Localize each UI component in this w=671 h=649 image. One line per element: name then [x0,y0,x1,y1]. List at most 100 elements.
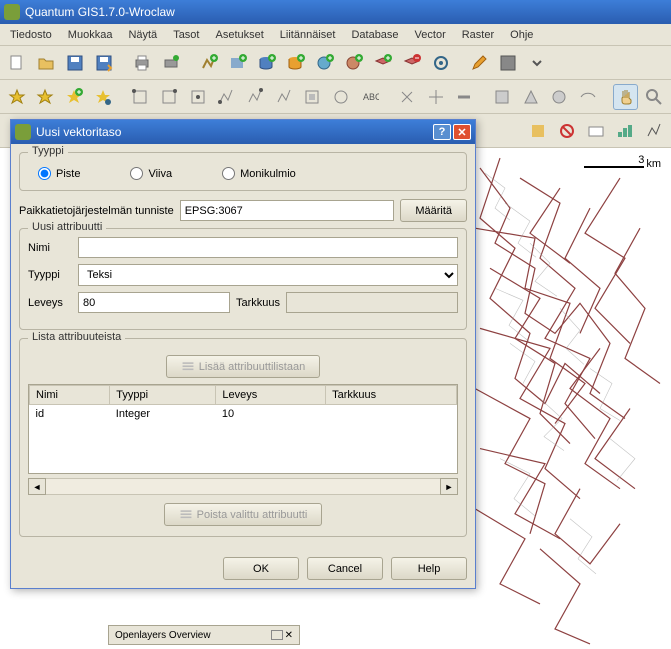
t3-5-icon[interactable] [641,118,667,144]
scale-value: 3 [584,154,644,166]
tool5-icon[interactable] [518,84,544,110]
add-wms-icon[interactable] [312,50,338,76]
digitize7-icon[interactable] [299,84,325,110]
remove-attribute-button[interactable]: Poista valittu attribuutti [164,503,323,526]
tool2-icon[interactable] [423,84,449,110]
edit-icon[interactable] [466,50,492,76]
crs-label: Paikkatietojärjestelmän tunniste [19,205,174,217]
attr-width-input[interactable] [78,292,230,313]
radio-point[interactable]: Piste [38,167,80,180]
add-vector-icon[interactable] [196,50,222,76]
star-icon[interactable] [4,84,30,110]
menu-view[interactable]: Näytä [120,26,165,44]
star-adv-icon[interactable] [90,84,116,110]
toolbar-1 [0,46,671,80]
print-icon[interactable] [129,50,155,76]
save-icon[interactable] [62,50,88,76]
tool4-icon[interactable] [489,84,515,110]
menu-settings[interactable]: Asetukset [207,26,271,44]
dialog-button-row: OK Cancel Help [11,553,475,588]
title-bar: Quantum GIS1.7.0-Wroclaw [0,0,671,24]
attr-name-label: Nimi [28,242,72,254]
dropdown-icon[interactable] [524,50,550,76]
radio-polygon-input[interactable] [222,167,235,180]
menu-database[interactable]: Database [343,26,406,44]
add-wfs-icon[interactable] [341,50,367,76]
zoom-icon[interactable] [641,84,667,110]
tool6-icon[interactable] [547,84,573,110]
add-spatialite-icon[interactable] [283,50,309,76]
type-legend: Tyyppi [28,145,68,157]
col-name[interactable]: Nimi [30,386,110,405]
pan-icon[interactable] [613,84,639,110]
digitize3-icon[interactable] [185,84,211,110]
radio-line-input[interactable] [130,167,143,180]
cancel-button[interactable]: Cancel [307,557,383,580]
tool3-icon[interactable] [452,84,478,110]
col-width[interactable]: Leveys [216,386,326,405]
add-to-list-button[interactable]: Lisää attribuuttilistaan [166,355,320,378]
table-scrollbar[interactable]: ◄ ► [28,478,458,495]
crs-input[interactable] [180,200,395,221]
gps-icon[interactable] [428,50,454,76]
open-file-icon[interactable] [33,50,59,76]
digitize8-icon[interactable] [328,84,354,110]
remove-layer-icon[interactable] [399,50,425,76]
panel-close-icon[interactable]: ✕ [285,630,293,641]
add-raster-icon[interactable] [225,50,251,76]
dialog-help-icon[interactable]: ? [433,124,451,140]
save-edits-icon[interactable] [495,50,521,76]
digitize4-icon[interactable] [214,84,240,110]
t3-3-icon[interactable] [583,118,609,144]
dialog-title-bar[interactable]: Uusi vektoritaso ? ✕ [11,120,475,144]
table-row[interactable]: id Integer 10 [30,405,457,424]
scroll-left-icon[interactable]: ◄ [28,478,46,495]
menu-file[interactable]: Tiedosto [2,26,60,44]
ok-button[interactable]: OK [223,557,299,580]
star-add-icon[interactable] [61,84,87,110]
digitize2-icon[interactable] [156,84,182,110]
overview-panel-tab[interactable]: Openlayers Overview ✕ [108,625,300,645]
scroll-track[interactable] [46,478,440,495]
dialog-close-icon[interactable]: ✕ [453,124,471,140]
col-precision[interactable]: Tarkkuus [326,386,457,405]
star2-icon[interactable] [33,84,59,110]
save-as-icon[interactable] [91,50,117,76]
t3-2-icon[interactable] [554,118,580,144]
label-icon[interactable]: ABC [357,84,383,110]
digitize5-icon[interactable] [242,84,268,110]
attr-width-label: Leveys [28,297,72,309]
attr-name-input[interactable] [78,237,458,258]
attr-type-label: Tyyppi [28,269,72,281]
new-file-icon[interactable] [4,50,30,76]
tool7-icon[interactable] [575,84,601,110]
digitize6-icon[interactable] [271,84,297,110]
menu-raster[interactable]: Raster [454,26,502,44]
digitize1-icon[interactable] [128,84,154,110]
attr-type-combo[interactable]: Teksi [78,264,458,286]
menu-help[interactable]: Ohje [502,26,541,44]
radio-line[interactable]: Viiva [130,167,172,180]
new-attr-legend: Uusi attribuutti [28,221,106,233]
type-group: Tyyppi Piste Viiva Monikulmio [19,152,467,191]
t3-4-icon[interactable] [612,118,638,144]
menu-edit[interactable]: Muokkaa [60,26,121,44]
col-type[interactable]: Tyyppi [110,386,216,405]
crs-specify-button[interactable]: Määritä [400,199,467,222]
radio-point-input[interactable] [38,167,51,180]
tool1-icon[interactable] [394,84,420,110]
menu-plugins[interactable]: Liitännäiset [272,26,344,44]
new-layer-icon[interactable] [370,50,396,76]
menu-vector[interactable]: Vector [407,26,454,44]
scroll-right-icon[interactable]: ► [440,478,458,495]
panel-restore-icon[interactable] [271,630,283,640]
dialog-icon [15,124,31,140]
attr-precision-input [286,292,458,313]
composer-icon[interactable] [158,50,184,76]
radio-polygon[interactable]: Monikulmio [222,167,296,180]
attribute-table[interactable]: Nimi Tyyppi Leveys Tarkkuus id Integer 1… [28,384,458,474]
add-postgis-icon[interactable] [254,50,280,76]
help-button[interactable]: Help [391,557,467,580]
menu-layers[interactable]: Tasot [165,26,207,44]
t3-1-icon[interactable] [525,118,551,144]
